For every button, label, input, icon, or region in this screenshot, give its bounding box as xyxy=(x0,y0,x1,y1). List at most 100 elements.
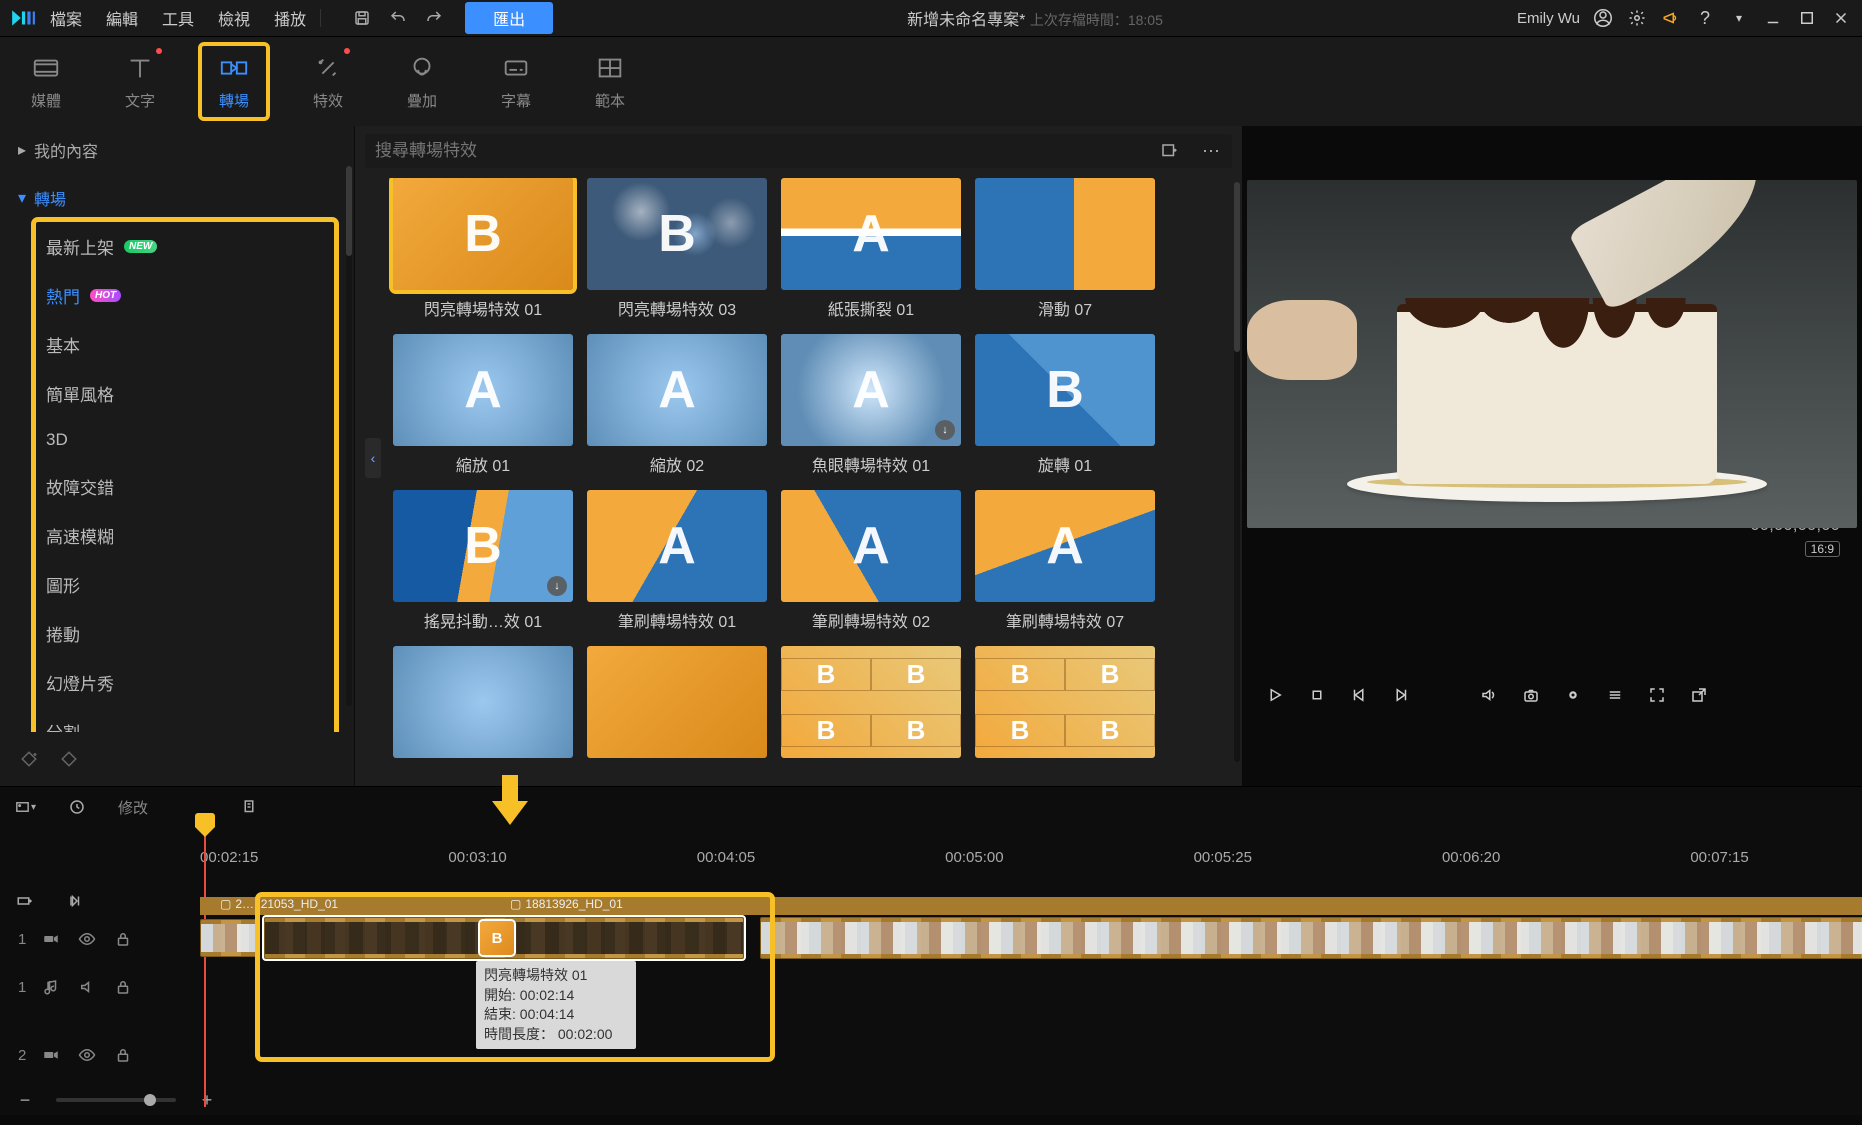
visibility-icon[interactable] xyxy=(76,928,98,950)
tag-add-icon[interactable] xyxy=(18,748,40,770)
transition-thumbnail[interactable]: A↓魚眼轉場特效 01 xyxy=(781,334,961,476)
tool-overlay[interactable]: 疊加 xyxy=(390,46,454,117)
close-icon[interactable] xyxy=(1830,7,1852,29)
list-icon[interactable] xyxy=(1604,684,1626,706)
export-button[interactable]: 匯出 xyxy=(465,2,553,34)
gallery-scrollbar[interactable] xyxy=(1234,182,1240,762)
sidebar-mycontent[interactable]: ▸我的內容 xyxy=(0,126,348,174)
tool-media[interactable]: 媒體 xyxy=(14,46,78,117)
transition-thumbnail[interactable]: A筆刷轉場特效 07 xyxy=(975,490,1155,632)
transition-thumbnail[interactable]: 滑動 07 xyxy=(975,178,1155,320)
tool-text[interactable]: 文字 xyxy=(108,46,172,117)
transition-thumbnail[interactable]: B閃亮轉場特效 01 xyxy=(393,178,573,320)
fullscreen-icon[interactable] xyxy=(1646,684,1668,706)
tool-subtitle[interactable]: 字幕 xyxy=(484,46,548,117)
timeline-modify-button[interactable]: 修改 xyxy=(118,797,148,818)
timeline-clock-icon[interactable] xyxy=(66,796,88,818)
import-icon[interactable] xyxy=(1158,140,1180,162)
sidebar-item[interactable]: 3D xyxy=(36,418,334,462)
lock-icon[interactable] xyxy=(112,976,134,998)
tool-effects[interactable]: 特效 xyxy=(296,46,360,117)
quality-icon[interactable] xyxy=(1562,684,1584,706)
popout-icon[interactable] xyxy=(1688,684,1710,706)
transition-thumbnail[interactable]: BBBB xyxy=(975,646,1155,764)
lock-icon[interactable] xyxy=(112,928,134,950)
chevron-down-icon[interactable]: ▾ xyxy=(1728,7,1750,29)
minimize-icon[interactable] xyxy=(1762,7,1784,29)
sidebar-item[interactable]: 基本 xyxy=(36,320,334,369)
undo-icon[interactable] xyxy=(387,7,409,29)
timeline-marker-icon[interactable] xyxy=(238,796,260,818)
prev-frame-icon[interactable] xyxy=(1348,684,1370,706)
lock-icon[interactable] xyxy=(112,1044,134,1066)
zoom-slider[interactable] xyxy=(56,1098,176,1102)
stop-icon[interactable] xyxy=(1306,684,1328,706)
maximize-icon[interactable] xyxy=(1796,7,1818,29)
track-header-v2[interactable]: 2 xyxy=(0,1031,200,1079)
timeline-ruler[interactable]: 00:02:1500:03:1000:04:0500:05:0000:05:25… xyxy=(0,827,1862,887)
menu-tools[interactable]: 工具 xyxy=(160,2,196,34)
announce-icon[interactable] xyxy=(1660,7,1682,29)
sidebar-category[interactable]: ▾轉場 xyxy=(0,174,348,222)
track-header-a1[interactable]: 1 xyxy=(0,963,200,1011)
sidebar-item[interactable]: 高速模糊 xyxy=(36,511,334,560)
tag-icon[interactable] xyxy=(58,748,80,770)
transition-thumbnail[interactable]: B↓搖晃抖動…效 01 xyxy=(393,490,573,632)
mute-icon[interactable] xyxy=(76,976,98,998)
download-icon[interactable]: ↓ xyxy=(547,576,567,596)
transition-thumbnail[interactable]: B旋轉 01 xyxy=(975,334,1155,476)
transition-thumbnail[interactable]: A縮放 01 xyxy=(393,334,573,476)
settings-icon[interactable] xyxy=(1626,7,1648,29)
highlight-arrow-icon xyxy=(490,775,530,825)
user-avatar-icon[interactable] xyxy=(1592,7,1614,29)
menu-play[interactable]: 播放 xyxy=(272,2,308,34)
sidebar-scrollbar[interactable] xyxy=(346,166,352,706)
transition-thumbnail[interactable]: A筆刷轉場特效 02 xyxy=(781,490,961,632)
timeline-ripple-icon[interactable] xyxy=(66,890,88,912)
collapse-sidebar-button[interactable]: ‹ xyxy=(365,438,381,478)
menu-file[interactable]: 檔案 xyxy=(48,2,84,34)
visibility-icon[interactable] xyxy=(76,1044,98,1066)
sidebar-item[interactable]: 捲動 xyxy=(36,609,334,658)
search-input[interactable] xyxy=(375,141,1148,161)
tool-transition[interactable]: 轉場 xyxy=(202,46,266,117)
track-content[interactable]: ▢2…121053_HD_01 ▢18813926_HD_01 B 閃亮轉場特效… xyxy=(200,915,1862,1085)
help-icon[interactable]: ? xyxy=(1694,7,1716,29)
download-icon[interactable]: ↓ xyxy=(935,420,955,440)
snapshot-icon[interactable] xyxy=(1520,684,1542,706)
sidebar-item[interactable]: 故障交錯 xyxy=(36,462,334,511)
play-icon[interactable] xyxy=(1264,684,1286,706)
transition-thumbnail[interactable]: A筆刷轉場特效 01 xyxy=(587,490,767,632)
app-logo[interactable] xyxy=(10,8,36,28)
sidebar-item[interactable]: 熱門HOT xyxy=(36,271,334,320)
menu-view[interactable]: 檢視 xyxy=(216,2,252,34)
menu-edit[interactable]: 編輯 xyxy=(104,2,140,34)
clip[interactable] xyxy=(760,917,1862,959)
aspect-ratio-button[interactable]: 16:9 xyxy=(1805,541,1840,557)
zoom-in-icon[interactable]: + xyxy=(196,1089,218,1111)
timeline-addtrack-icon[interactable] xyxy=(14,890,36,912)
track-header-v1[interactable]: 1 xyxy=(0,915,200,963)
transition-block[interactable]: B xyxy=(480,921,514,955)
redo-icon[interactable] xyxy=(423,7,445,29)
volume-icon[interactable] xyxy=(1478,684,1500,706)
transition-thumbnail[interactable] xyxy=(393,646,573,764)
sidebar-item[interactable]: 分割 xyxy=(36,707,334,732)
save-icon[interactable] xyxy=(351,7,373,29)
preview-viewport[interactable] xyxy=(1247,180,1857,528)
transition-thumbnail[interactable]: A縮放 02 xyxy=(587,334,767,476)
transition-thumbnail[interactable]: BBBB xyxy=(781,646,961,764)
transition-thumbnail[interactable]: B閃亮轉場特效 03 xyxy=(587,178,767,320)
sidebar-item[interactable]: 最新上架NEW xyxy=(36,222,334,271)
tool-template[interactable]: 範本 xyxy=(578,46,642,117)
transition-thumbnail[interactable] xyxy=(587,646,767,764)
timeline-aspect-icon[interactable]: ▾ xyxy=(14,796,36,818)
sidebar-item[interactable]: 簡單風格 xyxy=(36,369,334,418)
next-frame-icon[interactable] xyxy=(1390,684,1412,706)
zoom-out-icon[interactable]: − xyxy=(14,1089,36,1111)
clip-thumbnail[interactable] xyxy=(200,919,258,957)
more-icon[interactable]: ⋯ xyxy=(1200,140,1222,162)
sidebar-item[interactable]: 圖形 xyxy=(36,560,334,609)
transition-thumbnail[interactable]: A紙張撕裂 01 xyxy=(781,178,961,320)
sidebar-item[interactable]: 幻燈片秀 xyxy=(36,658,334,707)
